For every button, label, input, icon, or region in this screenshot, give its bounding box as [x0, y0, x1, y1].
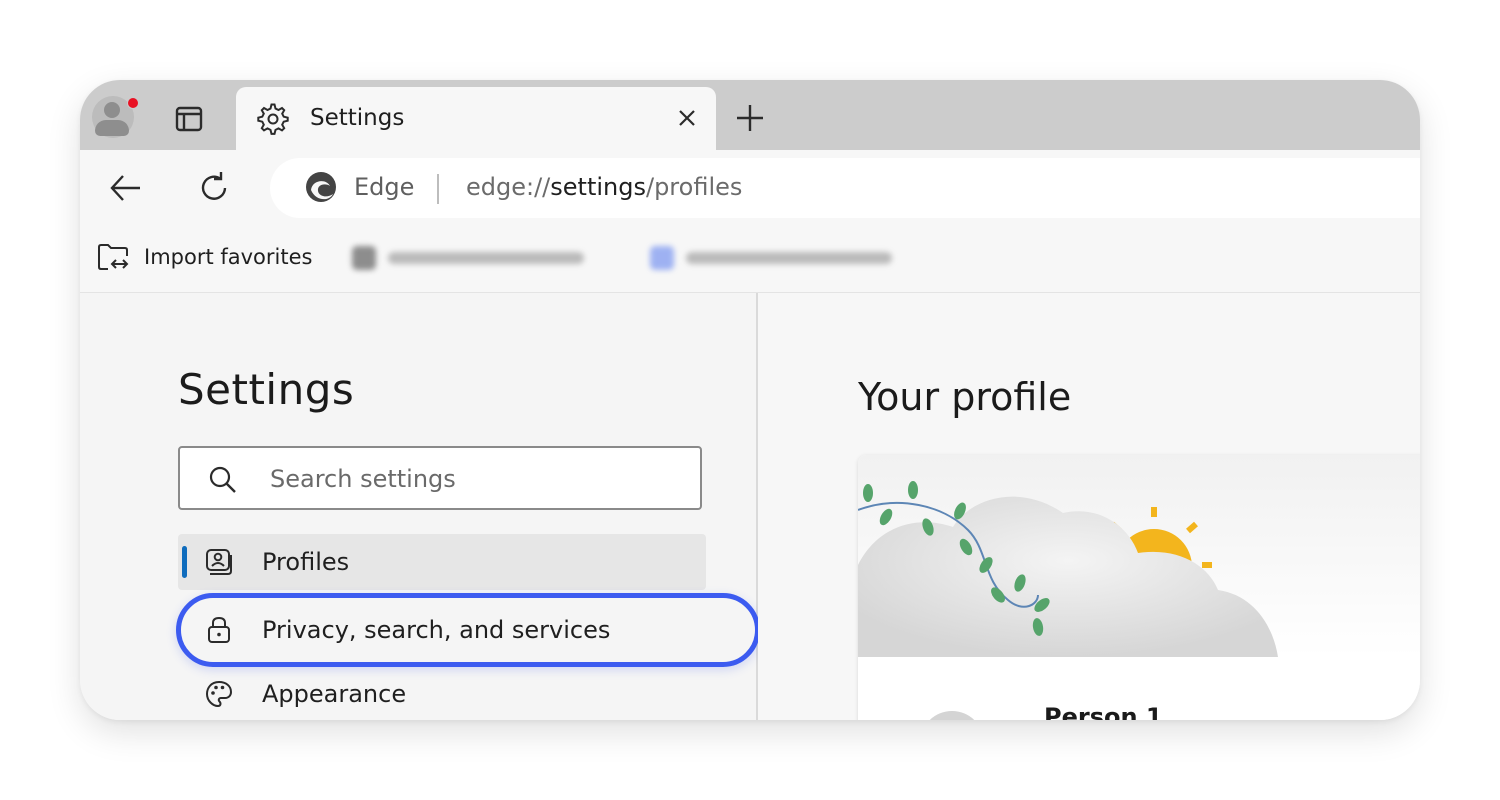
toolbar: Edge edge://settings/profiles — [80, 150, 1420, 222]
profile-button[interactable] — [90, 94, 139, 142]
import-favorites-button[interactable]: Import favorites — [96, 239, 312, 275]
import-favorites-icon — [98, 244, 129, 270]
address-bar[interactable]: Edge edge://settings/profiles — [270, 158, 1420, 218]
new-tab-button[interactable] — [732, 100, 768, 136]
search-settings-box[interactable] — [178, 446, 702, 510]
page-title: Settings — [178, 365, 355, 414]
favorite-item[interactable] — [352, 244, 584, 272]
settings-sidebar: Settings Profiles Priva — [80, 293, 760, 720]
cloud-sun-illustration — [858, 481, 1278, 657]
sidebar-item-appearance[interactable]: Appearance — [178, 666, 706, 720]
active-indicator — [182, 546, 187, 578]
favorite-item[interactable] — [650, 244, 892, 272]
search-input[interactable] — [268, 460, 672, 498]
profile-name: Person 1 — [1044, 703, 1163, 720]
site-identity-label: Edge — [354, 173, 415, 201]
back-arrow-icon — [110, 175, 140, 201]
refresh-icon — [201, 172, 227, 200]
edge-logo-icon — [306, 172, 336, 202]
back-button[interactable] — [106, 168, 146, 208]
avatar — [920, 711, 984, 720]
gear-icon — [257, 103, 289, 135]
url-text: edge://settings/profiles — [466, 173, 743, 201]
close-icon — [679, 110, 695, 126]
sidebar-panel-icon — [175, 106, 203, 132]
tab-strip: Settings — [80, 80, 1420, 151]
plus-icon — [737, 105, 763, 131]
import-favorites-label: Import favorites — [144, 245, 313, 269]
section-title: Your profile — [858, 375, 1072, 419]
highlight-ring — [176, 593, 760, 667]
profile-card: Person 1 — [858, 455, 1420, 720]
profile-banner — [858, 455, 1420, 657]
palette-icon — [205, 680, 233, 708]
tab-settings[interactable]: Settings — [236, 87, 716, 151]
browser-window: Settings Edge edge://settings/profiles I… — [80, 80, 1420, 720]
favorite-site-icon — [352, 246, 376, 270]
settings-content: Your profile Person 1 — [758, 293, 1420, 720]
sidebar-item-label: Profiles — [262, 548, 350, 576]
search-icon — [209, 466, 236, 493]
profiles-icon — [206, 549, 232, 575]
sidebar-item-profiles[interactable]: Profiles — [178, 534, 706, 590]
vertical-tabs-button[interactable] — [172, 102, 206, 136]
notification-dot — [127, 97, 139, 109]
favorite-site-icon — [650, 246, 674, 270]
divider — [437, 174, 439, 204]
close-tab-button[interactable] — [672, 103, 702, 133]
tab-title: Settings — [310, 105, 405, 131]
favorites-bar: Import favorites — [80, 222, 1420, 293]
refresh-button[interactable] — [194, 168, 234, 208]
sidebar-item-label: Appearance — [262, 680, 407, 708]
